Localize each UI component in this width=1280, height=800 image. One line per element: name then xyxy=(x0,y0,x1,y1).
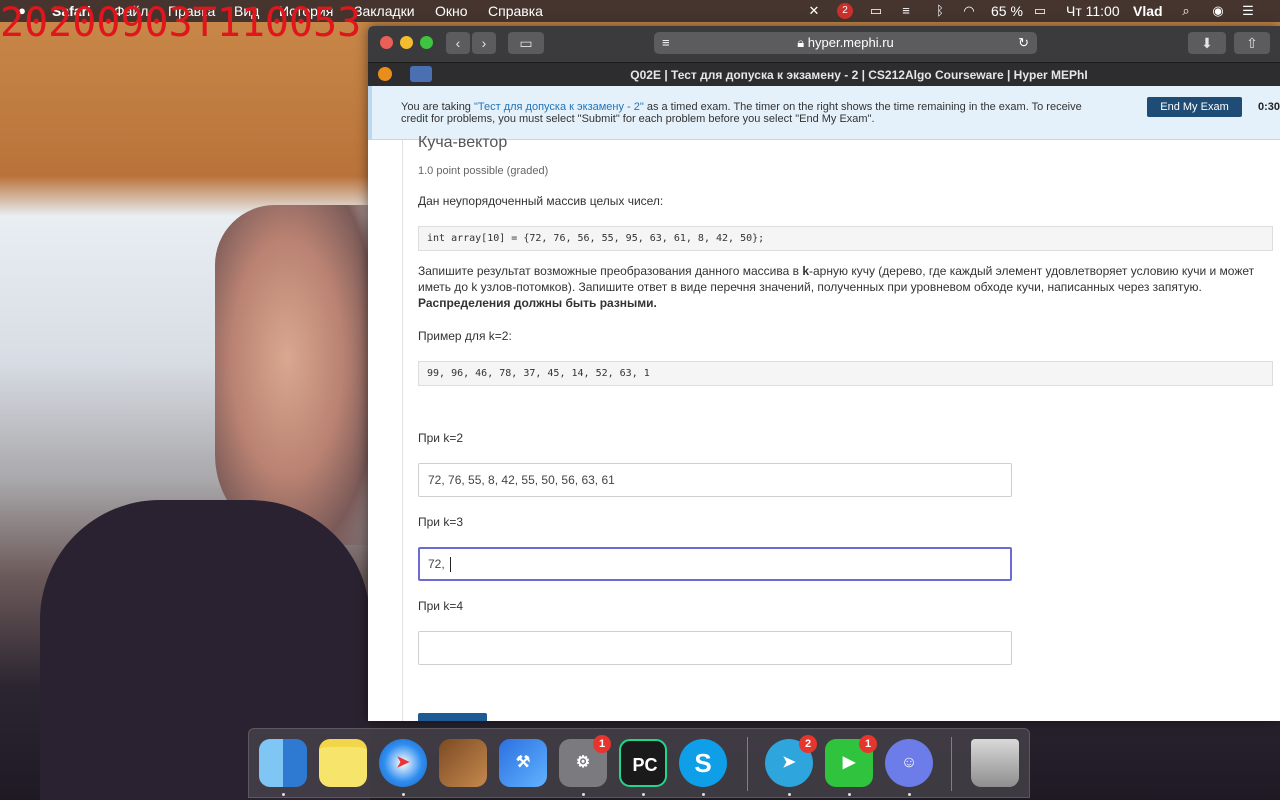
menu-clock[interactable]: Чт 11:00 xyxy=(1066,3,1120,19)
skype-icon[interactable]: S xyxy=(679,739,727,787)
end-my-exam-button[interactable]: End My Exam xyxy=(1147,97,1242,117)
camera-timestamp: 20200903T110053 xyxy=(0,0,362,46)
minimize-window-button[interactable] xyxy=(400,36,413,49)
problem-content: Куча-вектор 1.0 point possible (graded) … xyxy=(368,134,1280,721)
problem-intro: Дан неупорядоченный массив целых чисел: xyxy=(418,194,664,208)
webcam-overlay-face xyxy=(215,205,375,545)
share-button[interactable]: ⇧ xyxy=(1234,32,1270,54)
downloads-button[interactable]: ⬇ xyxy=(1188,32,1226,54)
exam-link[interactable]: "Тест для допуска к экзамену - 2" xyxy=(474,101,644,113)
notification-icon[interactable]: 2 xyxy=(837,3,853,19)
problem-task: Запишите результат возможные преобразова… xyxy=(418,263,1268,311)
flag-icon[interactable]: ≡ xyxy=(898,3,914,19)
problem-points: 1.0 point possible (graded) xyxy=(418,165,549,177)
safari-icon[interactable]: ➤ xyxy=(379,739,427,787)
skype-running-dot xyxy=(702,793,705,796)
array-code-block: int array[10] = {72, 76, 56, 55, 95, 63,… xyxy=(418,226,1273,251)
k2-answer-input[interactable]: 72, 76, 55, 8, 42, 55, 50, 56, 63, 61 xyxy=(418,463,1012,497)
menu-bookmarks[interactable]: Закладки xyxy=(354,3,415,19)
address-bar[interactable]: ≡ 🔒︎ hyper.mephi.ru ↻ xyxy=(654,32,1037,54)
browser-toolbar: ‹ › ▭ ≡ 🔒︎ hyper.mephi.ru ↻ ⬇ ⇧ xyxy=(368,26,1280,62)
banner-message: You are taking "Тест для допуска к экзам… xyxy=(401,101,1101,125)
reader-icon[interactable]: ≡ xyxy=(662,32,670,54)
dock-separator-trash xyxy=(951,737,952,791)
garageband-icon[interactable] xyxy=(439,739,487,787)
bluetooth-off-icon[interactable]: ✕ xyxy=(806,3,822,19)
notes-icon[interactable] xyxy=(319,739,367,787)
tab-bar: Q02E | Тест для допуска к экзамену - 2 |… xyxy=(368,62,1280,86)
text-cursor xyxy=(450,557,452,573)
timed-exam-banner: You are taking "Тест для допуска к экзам… xyxy=(368,86,1280,140)
battery-icon[interactable]: ▭ xyxy=(1030,3,1050,19)
pycharm-running-dot xyxy=(642,793,645,796)
problem-title: Куча-вектор xyxy=(418,134,508,151)
system-preferences-badge: 1 xyxy=(593,735,611,753)
battery-percent: 65 % xyxy=(991,3,1023,19)
trash-icon[interactable] xyxy=(971,739,1019,787)
xcode-icon[interactable]: ⚒ xyxy=(499,739,547,787)
k4-label: При k=4 xyxy=(418,599,464,613)
address-text: hyper.mephi.ru xyxy=(807,35,894,50)
wifi-icon[interactable]: ◠ xyxy=(961,3,977,19)
safari-running-dot xyxy=(402,793,405,796)
back-button[interactable]: ‹ xyxy=(446,32,470,54)
k3-label: При k=3 xyxy=(418,515,464,529)
k2-label: При k=2 xyxy=(418,431,464,445)
content-divider xyxy=(402,140,403,721)
facetime-badge: 1 xyxy=(859,735,877,753)
lock-icon: 🔒︎ xyxy=(797,35,805,50)
display-icon[interactable]: ▭ xyxy=(868,3,884,19)
exam-timer: 0:30: xyxy=(1258,101,1280,113)
finder-running-dot xyxy=(282,793,285,796)
task-emphasis: Распределения должны быть разными. xyxy=(418,296,657,310)
finder-icon[interactable] xyxy=(259,739,307,787)
search-icon[interactable]: ⌕ xyxy=(1178,3,1194,19)
k3-answer-value: 72, xyxy=(428,557,449,571)
banner-prefix: You are taking xyxy=(401,101,474,113)
telegram-badge: 2 xyxy=(799,735,817,753)
example-code-block: 99, 96, 46, 78, 37, 45, 14, 52, 63, 1 xyxy=(418,361,1273,386)
example-label: Пример для k=2: xyxy=(418,329,512,343)
task-k: k xyxy=(802,264,810,278)
dock-separator xyxy=(747,737,748,791)
k3-answer-input[interactable]: 72, xyxy=(418,547,1012,581)
system-preferences-running-dot xyxy=(582,793,585,796)
k4-answer-input[interactable] xyxy=(418,631,1012,665)
menu-help[interactable]: Справка xyxy=(488,3,543,19)
system-preferences-icon[interactable]: ⚙ 1 xyxy=(559,735,611,787)
reload-icon[interactable]: ↻ xyxy=(1018,32,1029,54)
submit-button[interactable] xyxy=(418,713,487,721)
telegram-icon[interactable]: ➤ 2 xyxy=(765,735,817,787)
close-window-button[interactable] xyxy=(380,36,393,49)
message-icon[interactable] xyxy=(410,66,432,82)
forward-button[interactable]: › xyxy=(472,32,496,54)
bluetooth-icon[interactable]: ᛒ xyxy=(932,3,948,19)
tab-title[interactable]: Q02E | Тест для допуска к экзамену - 2 |… xyxy=(438,68,1280,82)
discord-icon[interactable]: ☺ xyxy=(885,739,933,787)
favorite-site-icon[interactable] xyxy=(378,67,392,81)
browser-window: ‹ › ▭ ≡ 🔒︎ hyper.mephi.ru ↻ ⬇ ⇧ Q02E | Т… xyxy=(368,26,1280,721)
dock: ➤ ⚒ ⚙ 1 PC S ➤ 2 ▶ 1 ☺ xyxy=(248,728,1030,798)
pycharm-icon[interactable]: PC xyxy=(619,739,667,787)
discord-running-dot xyxy=(908,793,911,796)
menu-user[interactable]: Vlad xyxy=(1133,3,1163,19)
facetime-icon[interactable]: ▶ 1 xyxy=(825,735,877,787)
sidebar-toggle-button[interactable]: ▭ xyxy=(508,32,544,54)
menu-list-icon[interactable]: ☰ xyxy=(1240,3,1256,19)
menu-window[interactable]: Окно xyxy=(435,3,468,19)
facetime-running-dot xyxy=(848,793,851,796)
task-text-1: Запишите результат возможные преобразова… xyxy=(418,264,803,278)
telegram-running-dot xyxy=(788,793,791,796)
siri-icon[interactable]: ◉ xyxy=(1210,3,1226,19)
maximize-window-button[interactable] xyxy=(420,36,433,49)
